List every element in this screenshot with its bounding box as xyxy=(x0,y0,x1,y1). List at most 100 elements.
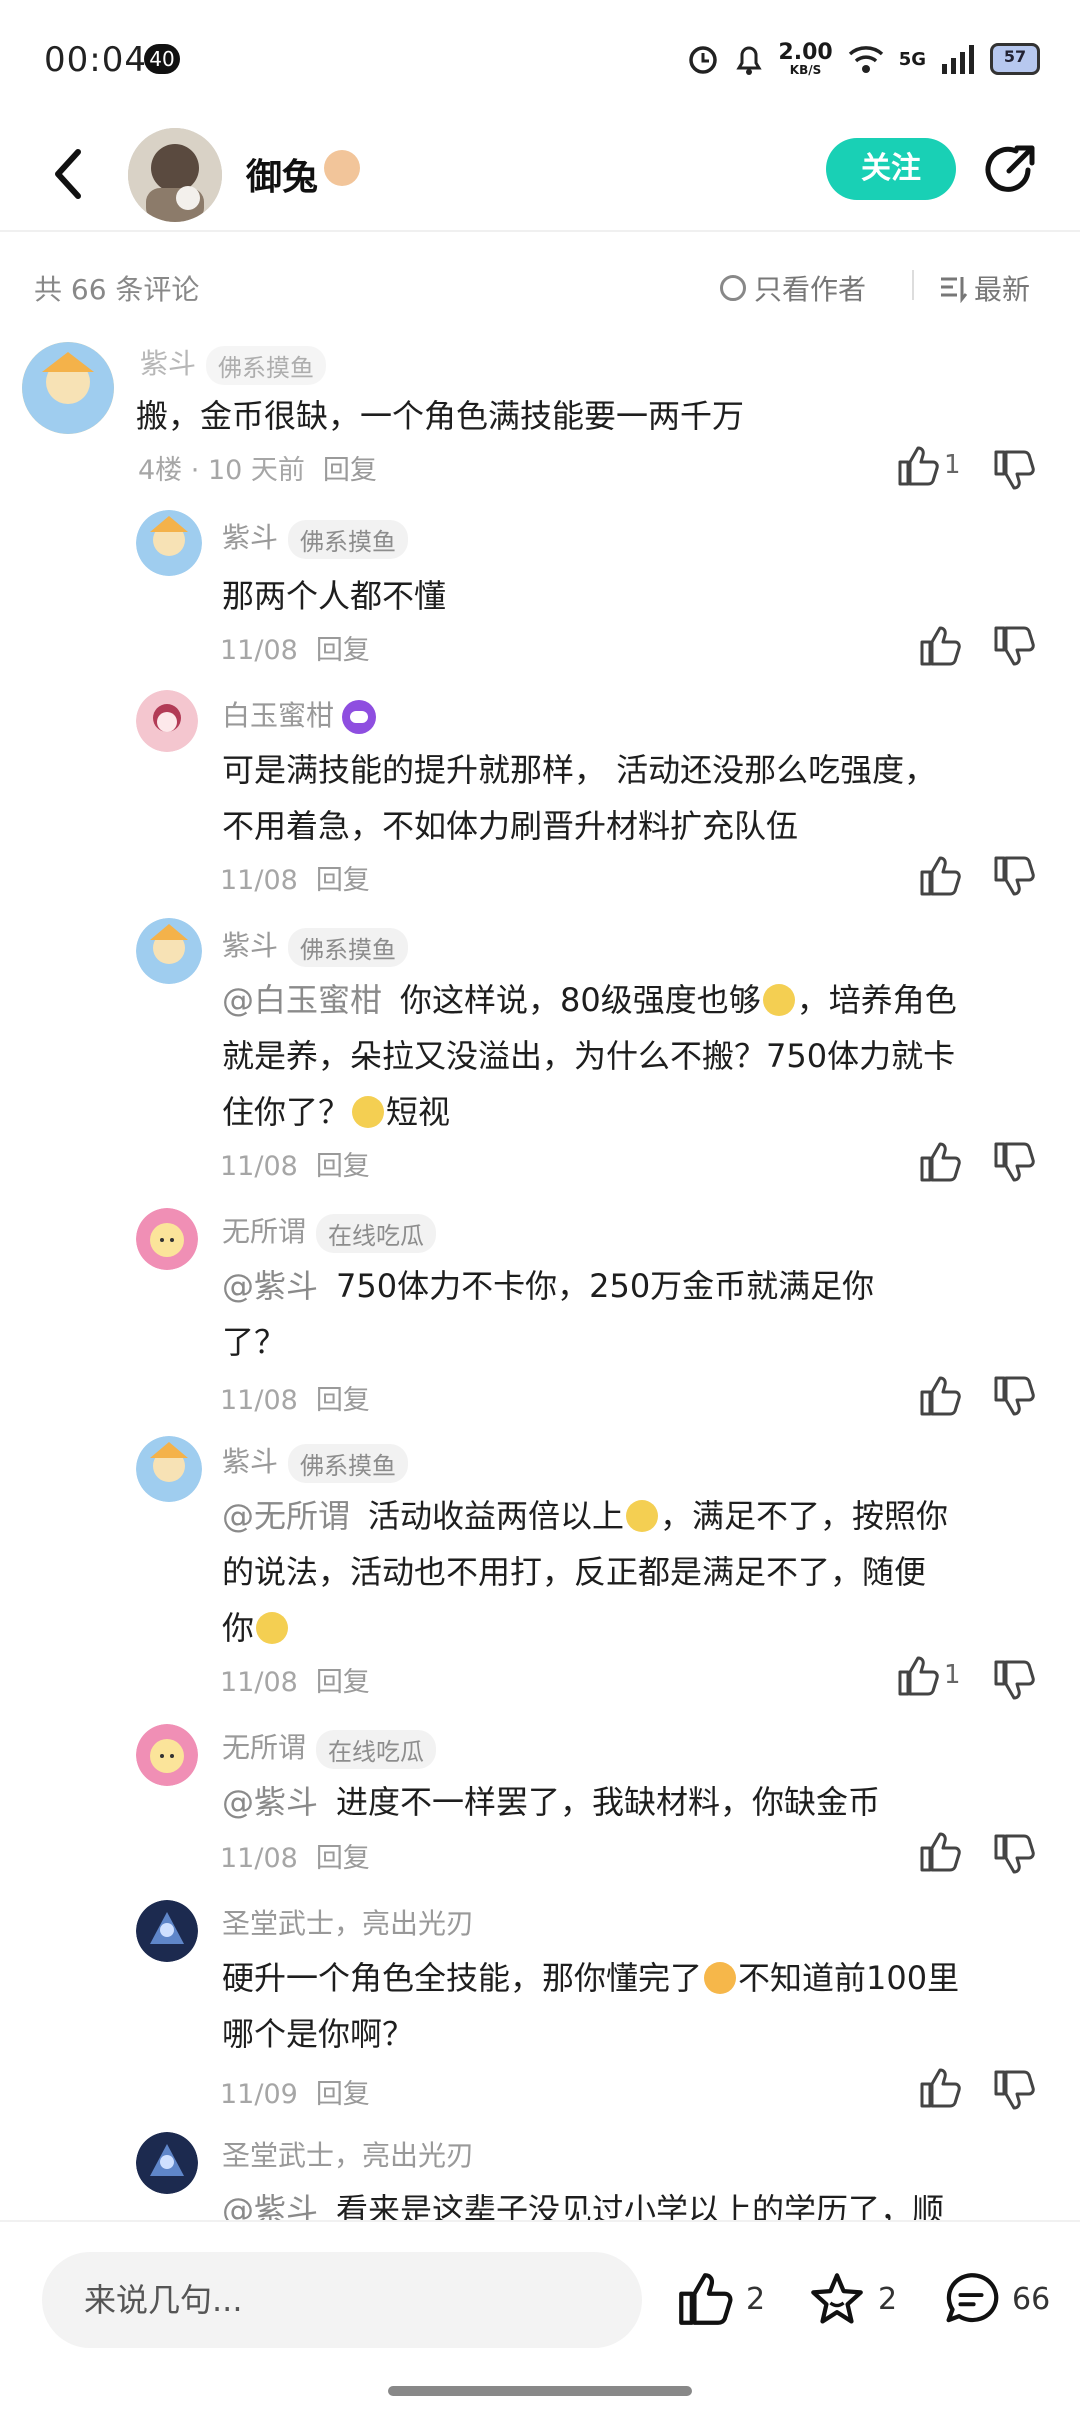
status-bar: 00:04 40 2.00 KB/S 5G 57 xyxy=(0,0,1080,120)
reply-button[interactable]: 回复 xyxy=(316,635,370,666)
comment-line: 哪个是你啊？ xyxy=(222,2015,415,2053)
like-post-button[interactable]: 2 xyxy=(676,2270,765,2328)
comment-line: 硬升一个角色全技能，那你懂完了 不知道前100里 xyxy=(222,1959,960,1997)
comment-line: @无所谓 活动收益两倍以上 ，满足不了，按照你 xyxy=(222,1497,949,1535)
reply-button[interactable]: 回复 xyxy=(323,455,377,486)
status-time: 00:04 xyxy=(44,40,147,80)
comment-meta: 11/08 回复 xyxy=(220,1667,370,1698)
comment-line: 了？ xyxy=(222,1323,287,1361)
dislike-icon[interactable] xyxy=(992,1374,1036,1418)
sort-label: 最新 xyxy=(974,273,1031,306)
avatar[interactable] xyxy=(136,1900,198,1962)
like-icon[interactable] xyxy=(918,624,962,668)
comment-line: @紫斗 750体力不卡你，250万金币就满足你 xyxy=(222,1267,875,1305)
comment-line: 你 xyxy=(222,1600,1042,1656)
mention-link[interactable]: @紫斗 xyxy=(222,1783,318,1821)
comment-total: 66 xyxy=(1012,2281,1051,2317)
dislike-icon[interactable] xyxy=(992,624,1036,668)
author-emoji-icon xyxy=(324,150,360,186)
like-icon[interactable] xyxy=(918,1140,962,1184)
dislike-icon[interactable] xyxy=(992,2068,1036,2112)
wifi-icon xyxy=(848,46,883,73)
reply-button[interactable]: 回复 xyxy=(316,1151,370,1182)
reply-button[interactable]: 回复 xyxy=(316,1667,370,1698)
comment-author[interactable]: 圣堂武士，亮出光刃 xyxy=(222,2134,474,2174)
reply-item: 紫斗 佛系摸鱼 那两个人都不懂 11/08 回复 xyxy=(0,506,1080,676)
comment-line: 的说法，活动也不用打，反正都是满足不了，随便 xyxy=(222,1553,927,1591)
author-name[interactable]: 御兔 xyxy=(246,148,318,200)
user-tag: 在线吃瓜 xyxy=(316,1213,437,1253)
comment-author[interactable]: 无所谓 在线吃瓜 xyxy=(222,1210,437,1253)
dislike-icon[interactable] xyxy=(992,448,1036,492)
gamepad-icon xyxy=(342,700,377,734)
like-icon[interactable] xyxy=(896,1654,940,1698)
comment-text: @紫斗 进度不一样罢了，我缺材料，你缺金币 xyxy=(222,1774,1042,1830)
sort-button[interactable]: 最新 xyxy=(938,268,1030,308)
comment-count: 共 66 条评论 xyxy=(34,273,200,306)
avatar[interactable] xyxy=(136,1724,198,1786)
comment-text: 硬升一个角色全技能，那你懂完了 不知道前100里 哪个是你啊？ xyxy=(222,1950,1042,2062)
comment-text: @紫斗 看来是这辈子没见过小学以上的学历了，顺 xyxy=(222,2182,1042,2220)
dislike-icon[interactable] xyxy=(992,1832,1036,1876)
dislike-icon[interactable] xyxy=(992,854,1036,898)
user-tag: 佛系摸鱼 xyxy=(288,927,409,967)
reply-item: 紫斗 佛系摸鱼 @白玉蜜柑 你这样说，80级强度也够 ，培养角色 就是养，朵拉又没溢出… xyxy=(0,914,1080,1194)
share-icon[interactable] xyxy=(982,142,1038,198)
mention-link[interactable]: @紫斗 xyxy=(222,2191,318,2220)
home-indicator[interactable] xyxy=(388,2386,692,2396)
avatar[interactable] xyxy=(136,1208,198,1270)
comment-bubble-icon xyxy=(946,2273,999,2323)
avatar[interactable] xyxy=(136,690,198,752)
sort-icon xyxy=(941,277,968,303)
like-icon[interactable] xyxy=(918,854,962,898)
follow-button[interactable]: 关注 xyxy=(826,138,956,200)
comments-button[interactable]: 66 xyxy=(942,2270,1050,2328)
avatar[interactable] xyxy=(136,510,202,576)
back-arrow-icon[interactable] xyxy=(48,144,88,204)
like-icon[interactable] xyxy=(918,1374,962,1418)
comment-text: @无所谓 活动收益两倍以上 ，满足不了，按照你 的说法，活动也不用打，反正都是满足不… xyxy=(222,1488,1042,1656)
reply-button[interactable]: 回复 xyxy=(316,1385,370,1416)
reply-item: 圣堂武士，亮出光刃 @紫斗 看来是这辈子没见过小学以上的学历了，顺 xyxy=(0,2128,1080,2220)
comment-author[interactable]: 紫斗 佛系摸鱼 xyxy=(222,516,409,559)
comment-text: 搬，金币很缺，一个角色满技能要一两千万 xyxy=(136,397,745,435)
battery-icon: 57 xyxy=(990,43,1040,75)
avatar[interactable] xyxy=(136,2132,198,2194)
comment-author[interactable]: 白玉蜜柑 xyxy=(222,694,377,734)
comment-author[interactable]: 紫斗 佛系摸鱼 xyxy=(222,924,409,967)
mention-link[interactable]: @白玉蜜柑 xyxy=(222,981,382,1019)
mention-link[interactable]: @紫斗 xyxy=(222,1267,318,1305)
speed-unit: KB/S xyxy=(789,63,822,77)
only-author-toggle[interactable]: 只看作者 xyxy=(720,268,866,308)
avatar[interactable] xyxy=(136,1436,202,1502)
reply-button[interactable]: 回复 xyxy=(316,1843,370,1874)
emoji-icon xyxy=(626,1500,659,1532)
avatar[interactable] xyxy=(136,918,202,984)
reply-button[interactable]: 回复 xyxy=(316,865,370,896)
toolbar-separator xyxy=(912,270,914,300)
comment-line: @紫斗 进度不一样罢了，我缺材料，你缺金币 xyxy=(222,1783,881,1821)
favorite-button[interactable]: 2 xyxy=(808,2270,897,2328)
like-icon[interactable] xyxy=(918,1830,962,1874)
dislike-icon[interactable] xyxy=(992,1140,1036,1184)
favorite-count: 2 xyxy=(878,2281,898,2317)
emoji-icon xyxy=(704,1962,737,1994)
comment-author[interactable]: 紫斗 佛系摸鱼 xyxy=(140,342,327,385)
reply-button[interactable]: 回复 xyxy=(316,2079,370,2110)
comment-input[interactable]: 来说几句... xyxy=(42,2252,642,2348)
comment-author[interactable]: 紫斗 佛系摸鱼 xyxy=(222,1440,409,1483)
mention-link[interactable]: @无所谓 xyxy=(222,1497,350,1535)
avatar[interactable] xyxy=(22,342,114,434)
comment-author[interactable]: 无所谓 在线吃瓜 xyxy=(222,1726,437,1769)
like-icon[interactable] xyxy=(896,444,940,488)
emoji-icon xyxy=(256,1612,289,1644)
bottom-action-bar: 来说几句... 2 2 66 xyxy=(0,2220,1080,2414)
reply-item: 无所谓 在线吃瓜 @紫斗 750体力不卡你，250万金币就满足你 了？ 11/08 回… xyxy=(0,1204,1080,1430)
author-avatar[interactable] xyxy=(128,128,222,222)
like-count: 1 xyxy=(944,450,961,480)
like-icon[interactable] xyxy=(918,2066,962,2110)
reply-item: 圣堂武士，亮出光刃 硬升一个角色全技能，那你懂完了 不知道前100里 哪个是你啊？… xyxy=(0,1896,1080,2122)
comment-author[interactable]: 圣堂武士，亮出光刃 xyxy=(222,1902,474,1942)
dislike-icon[interactable] xyxy=(992,1658,1036,1702)
notification-count-badge: 40 xyxy=(144,44,180,74)
